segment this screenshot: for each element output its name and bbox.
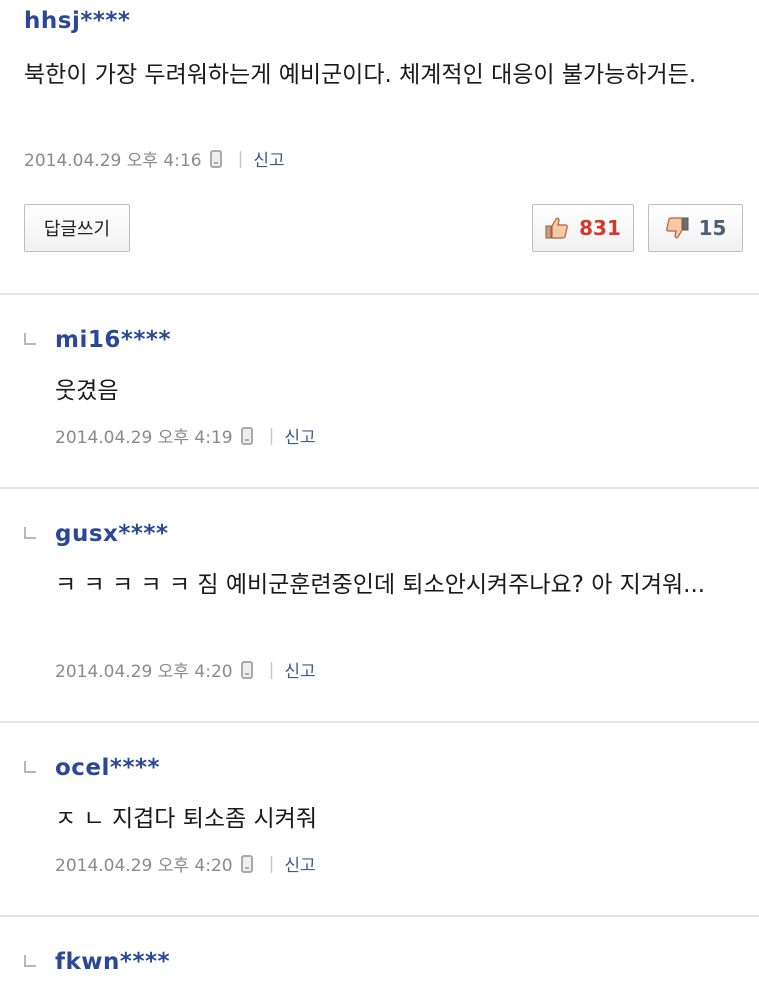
comment-meta: 2014.04.29 오후 4:16 | 신고	[24, 146, 285, 172]
reply-text: ㅈ ㄴ 지겹다 퇴소좀 시켜줘	[55, 806, 318, 832]
reply-indicator-icon	[24, 333, 36, 345]
reply-text: 웃겼음	[55, 378, 119, 404]
reply-item: fkwn****	[0, 917, 759, 1000]
mobile-phone-icon	[240, 660, 253, 679]
report-link[interactable]: 신고	[284, 851, 315, 876]
reply-date: 2014.04.29 오후 4:20	[55, 856, 233, 876]
meta-separator: |	[268, 659, 275, 680]
reply-indicator-icon	[24, 527, 36, 539]
upvote-button[interactable]: 831	[532, 204, 634, 252]
comment-author[interactable]: hhsj****	[24, 8, 130, 34]
reply-author[interactable]: gusx****	[55, 521, 168, 547]
reply-date: 2014.04.29 오후 4:20	[55, 662, 233, 682]
meta-separator: |	[268, 425, 275, 446]
meta-separator: |	[237, 148, 244, 169]
thumbs-up-icon	[545, 217, 569, 239]
mobile-phone-icon	[209, 149, 222, 168]
reply-meta: 2014.04.29 오후 4:20 | 신고	[55, 851, 316, 877]
report-link[interactable]: 신고	[284, 657, 315, 682]
reply-item: mi16**** 웃겼음 2014.04.29 오후 4:19 | 신고	[0, 295, 759, 488]
reply-date: 2014.04.29 오후 4:19	[55, 428, 233, 448]
reply-text: ㅋ ㅋ ㅋ ㅋ ㅋ 짐 예비군훈련중인데 퇴소안시켜주나요? 아 지겨워...	[55, 572, 706, 598]
mobile-phone-icon	[240, 426, 253, 445]
reply-author[interactable]: fkwn****	[55, 949, 170, 975]
reply-item: ocel**** ㅈ ㄴ 지겹다 퇴소좀 시켜줘 2014.04.29 오후 4…	[0, 723, 759, 916]
main-comment: hhsj**** 북한이 가장 두려워하는게 예비군이다. 체계적인 대응이 불…	[0, 0, 759, 293]
meta-separator: |	[268, 853, 275, 874]
reply-meta: 2014.04.29 오후 4:20 | 신고	[55, 657, 316, 683]
reply-indicator-icon	[24, 955, 36, 967]
reply-meta: 2014.04.29 오후 4:19 | 신고	[55, 423, 316, 449]
reply-item: gusx**** ㅋ ㅋ ㅋ ㅋ ㅋ 짐 예비군훈련중인데 퇴소안시켜주나요? …	[0, 489, 759, 721]
write-reply-button[interactable]: 답글쓰기	[24, 204, 130, 252]
thumbs-down-icon	[665, 217, 689, 239]
report-link[interactable]: 신고	[284, 423, 315, 448]
downvote-button[interactable]: 15	[648, 204, 743, 252]
upvote-count: 831	[579, 216, 621, 240]
reply-author[interactable]: mi16****	[55, 327, 171, 353]
reply-indicator-icon	[24, 761, 36, 773]
downvote-count: 15	[698, 216, 727, 240]
report-link[interactable]: 신고	[253, 146, 284, 171]
comment-date: 2014.04.29 오후 4:16	[24, 151, 202, 171]
comment-text: 북한이 가장 두려워하는게 예비군이다. 체계적인 대응이 불가능하거든.	[24, 62, 697, 88]
mobile-phone-icon	[240, 854, 253, 873]
reply-author[interactable]: ocel****	[55, 755, 160, 781]
